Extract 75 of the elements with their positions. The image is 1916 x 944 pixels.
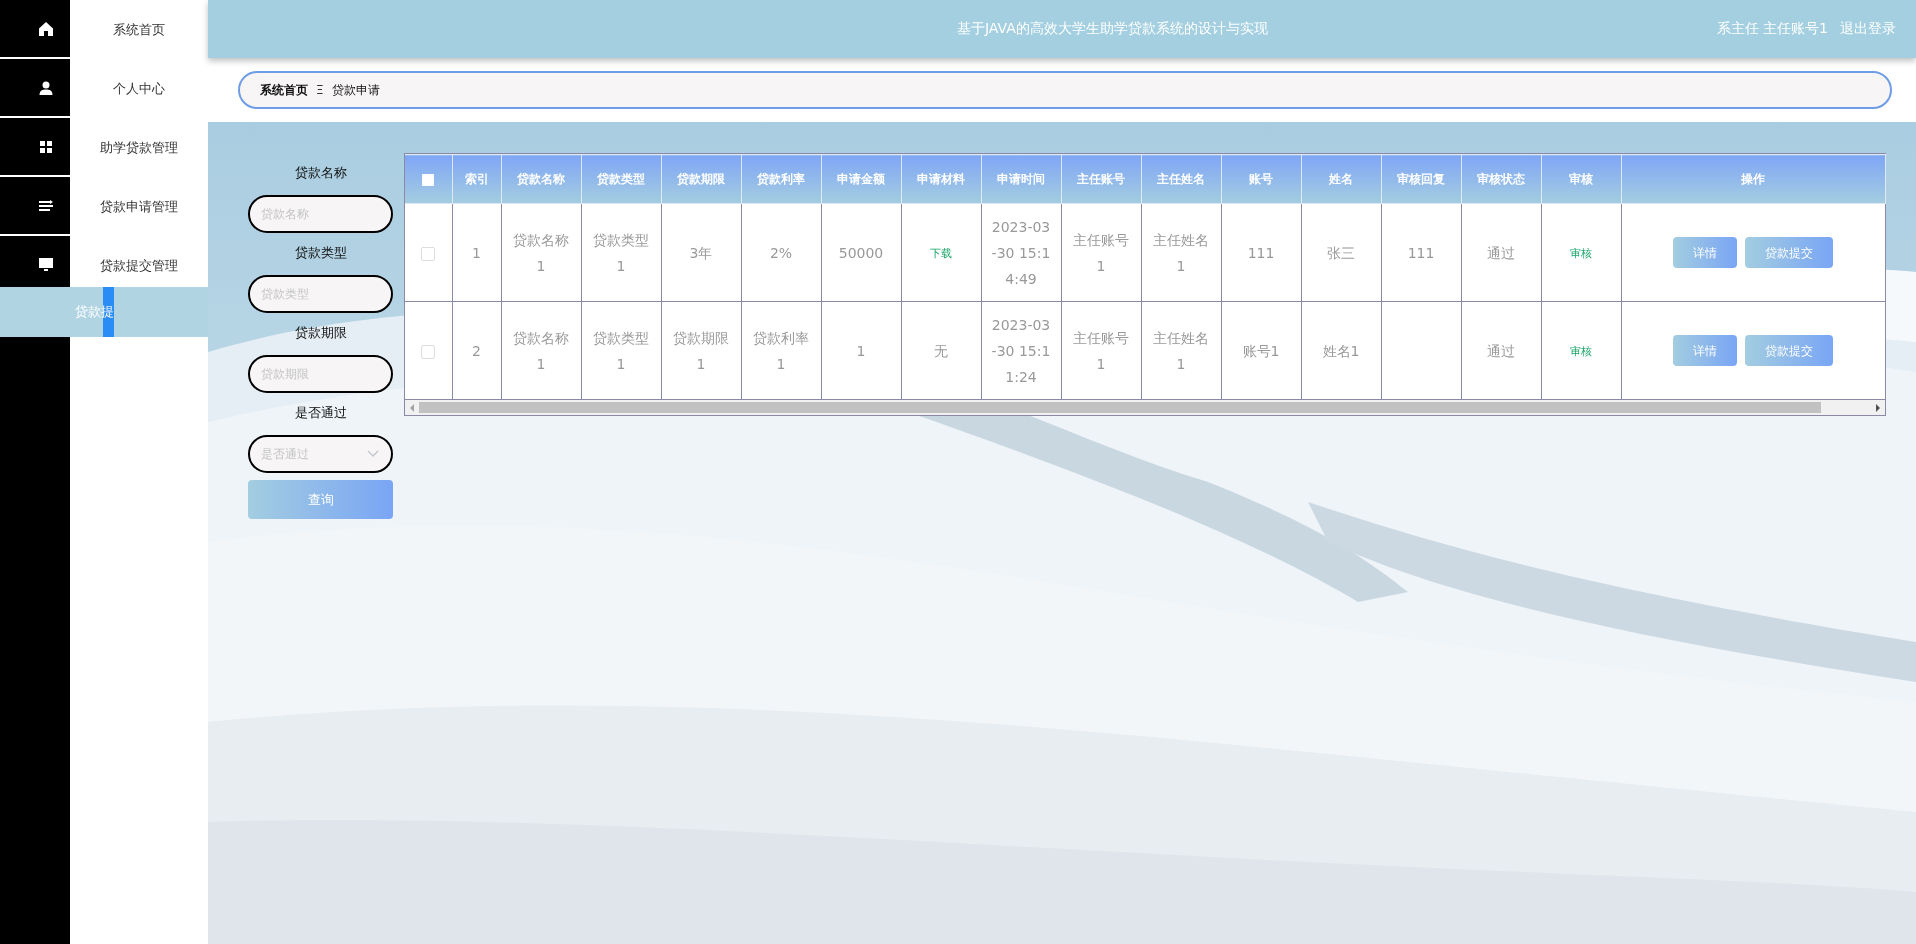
table-cell: 50000 <box>838 244 884 261</box>
table-cell: 姓名1 <box>1322 342 1360 359</box>
list-icon[interactable] <box>38 197 54 214</box>
grid-icon[interactable] <box>38 138 54 155</box>
column-header: 审核状态 <box>1477 171 1525 186</box>
sidebar-item[interactable]: 贷款申请管理 <box>70 177 208 236</box>
column-header: 操作 <box>1741 171 1765 186</box>
table-cell: 2% <box>769 244 793 261</box>
breadcrumb-separator: Ξ <box>316 83 324 97</box>
app-title: 基于JAVA的高效大学生助学贷款系统的设计与实现 <box>955 20 1269 38</box>
column-header: 申请材料 <box>917 171 965 186</box>
monitor-icon[interactable] <box>38 256 54 273</box>
table-cell: 贷款类型1 <box>593 231 649 274</box>
home-icon[interactable] <box>38 20 54 37</box>
table-cell: 111 <box>1247 244 1275 261</box>
table-cell: 主任姓名1 <box>1153 231 1209 274</box>
table-cell: 通过 <box>1487 342 1515 359</box>
select-all-checkbox[interactable] <box>422 173 435 186</box>
table-cell: 贷款类型1 <box>593 329 649 372</box>
scroll-right-icon[interactable] <box>1875 403 1881 412</box>
column-header: 贷款期限 <box>677 171 725 186</box>
table-cell: 张三 <box>1327 244 1355 261</box>
table-link[interactable]: 审核 <box>1570 344 1592 358</box>
column-header: 申请金额 <box>837 171 885 186</box>
table-link[interactable]: 审核 <box>1570 246 1592 260</box>
sidebar-item[interactable]: 个人中心 <box>70 59 208 118</box>
user-label: 系主任 主任账号1 <box>1716 20 1828 38</box>
table-link[interactable]: 下载 <box>930 246 952 260</box>
column-header: 申请时间 <box>997 171 1045 186</box>
table-cell: 贷款名称1 <box>513 329 569 372</box>
breadcrumb-item[interactable]: 系统首页 <box>260 81 308 99</box>
column-header: 索引 <box>464 171 489 186</box>
field-label: 贷款名称 <box>293 164 348 182</box>
table-cell: 主任姓名1 <box>1153 329 1209 372</box>
table-cell: 2 <box>472 342 481 359</box>
field-label: 是否通过 <box>293 404 348 422</box>
column-header: 贷款名称 <box>517 171 565 186</box>
chevron-icon <box>367 450 379 458</box>
table-cell: 账号1 <box>1242 342 1280 359</box>
table-cell: 2023-03-30 15:14:49 <box>991 218 1051 287</box>
submit-button[interactable]: 贷款提交 <box>1745 237 1833 268</box>
column-header: 贷款利率 <box>757 171 805 186</box>
table-cell: 无 <box>934 342 948 359</box>
table-cell: 2023-03-30 15:11:24 <box>991 316 1051 385</box>
column-header: 姓名 <box>1329 171 1353 186</box>
column-header: 审核回复 <box>1397 171 1445 186</box>
details-button[interactable]: 详情 <box>1673 237 1737 268</box>
column-header: 审核 <box>1569 171 1593 186</box>
column-header: 贷款类型 <box>597 171 645 186</box>
sidebar-item[interactable]: 助学贷款管理 <box>70 118 208 177</box>
search-button[interactable]: 查询 <box>248 480 393 519</box>
row-checkbox[interactable] <box>421 246 436 261</box>
table-cell: 主任账号1 <box>1073 231 1129 274</box>
table-cell: 1 <box>472 244 481 261</box>
table-cell: 1 <box>856 342 866 359</box>
field-label: 贷款期限 <box>293 324 348 342</box>
table-cell: 贷款名称1 <box>513 231 569 274</box>
sidebar-item[interactable]: 系统首页 <box>70 0 208 59</box>
row-checkbox[interactable] <box>421 344 436 359</box>
user-icon[interactable] <box>38 79 54 96</box>
submit-button[interactable]: 贷款提交 <box>1745 335 1833 366</box>
breadcrumb-item: 贷款申请 <box>331 81 380 99</box>
column-header: 主任姓名 <box>1157 171 1205 186</box>
scrollbar-thumb[interactable] <box>419 402 1821 413</box>
table-cell: 贷款利率1 <box>753 329 809 372</box>
column-header: 账号 <box>1249 171 1273 186</box>
table-cell: 主任账号1 <box>1073 329 1129 372</box>
table-cell: 3年 <box>689 244 713 261</box>
table-cell: 111 <box>1407 244 1435 261</box>
table-cell: 通过 <box>1487 244 1515 261</box>
column-header: 主任账号 <box>1077 171 1125 186</box>
table-cell: 贷款期限1 <box>673 329 729 372</box>
field-label: 贷款类型 <box>293 244 348 262</box>
details-button[interactable]: 详情 <box>1673 335 1737 366</box>
horizontal-scrollbar[interactable] <box>405 400 1885 415</box>
